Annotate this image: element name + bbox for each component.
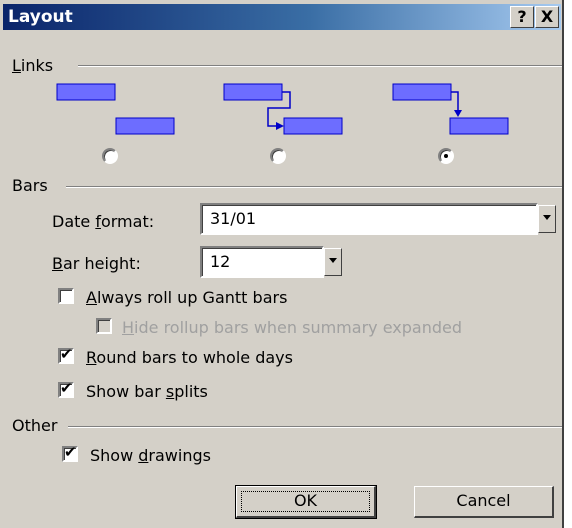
show-drawings-label: Show drawings <box>90 446 211 465</box>
link2-arrow-icon <box>276 122 284 130</box>
bar-height-dropdown-button[interactable] <box>324 248 342 276</box>
round-bars-label: Round bars to whole days <box>86 348 293 367</box>
show-bar-splits-checkbox[interactable]: ✔ <box>58 380 74 398</box>
bars-group-divider <box>66 186 562 188</box>
hide-rollup-label: Hide rollup bars when summary expanded <box>122 318 462 337</box>
title-bar: Layout <box>3 4 561 30</box>
bars-group-label: Bars <box>12 176 48 195</box>
bar-height-label: Bar height: <box>52 254 141 273</box>
window-title: Layout <box>8 7 73 27</box>
date-format-label: Date format: <box>52 212 155 231</box>
link2-bar-a <box>223 83 283 101</box>
layout-dialog: Layout ? X Links Bars Date format: 31/01… <box>0 0 564 528</box>
link3-bar-b <box>449 117 509 135</box>
other-group-label: Other <box>12 416 58 435</box>
show-bar-splits-label: Show bar splits <box>86 382 208 401</box>
link-option-2-radio[interactable] <box>270 148 286 164</box>
link2-bar-b <box>283 117 343 135</box>
always-roll-up-label: Always roll up Gantt bars <box>86 288 288 307</box>
help-button[interactable]: ? <box>510 6 534 28</box>
link3-bar-a <box>392 83 452 101</box>
link3-arrow-icon <box>454 110 462 117</box>
always-roll-up-checkbox[interactable] <box>58 288 74 304</box>
cancel-button[interactable]: Cancel <box>414 486 554 518</box>
link1-bar-a <box>56 83 116 101</box>
links-group-label: Links <box>12 56 54 75</box>
hide-rollup-checkbox[interactable] <box>96 318 112 334</box>
date-format-dropdown-button[interactable] <box>538 205 556 233</box>
bar-height-combo[interactable]: 12 <box>200 246 324 278</box>
date-format-combo[interactable]: 31/01 <box>200 203 538 235</box>
round-bars-checkbox[interactable]: ✔ <box>58 346 74 364</box>
ok-focus-rect <box>241 491 370 512</box>
link1-bar-b <box>115 117 175 135</box>
ok-button[interactable]: OK <box>235 485 377 519</box>
close-button[interactable]: X <box>535 6 559 28</box>
link-option-3-radio[interactable] <box>438 148 454 164</box>
show-drawings-checkbox[interactable]: ✔ <box>62 444 78 462</box>
links-group-divider <box>78 65 562 67</box>
link3-connector <box>451 91 459 112</box>
link-option-1-radio[interactable] <box>102 148 118 164</box>
other-group-divider <box>68 426 562 428</box>
